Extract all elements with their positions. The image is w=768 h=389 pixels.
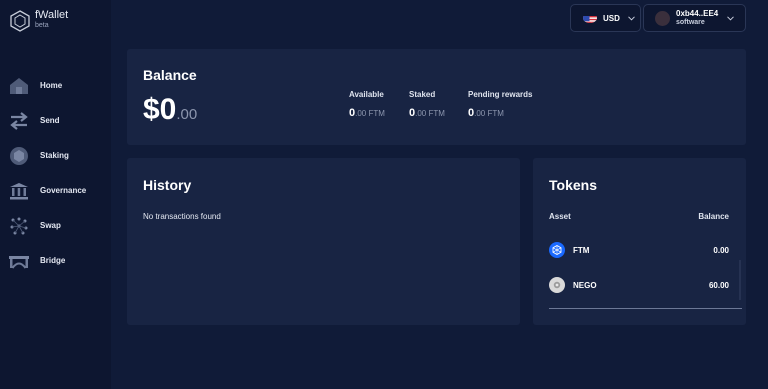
send-arrows-icon (9, 111, 29, 131)
balance-amount-integer: $0 (143, 93, 177, 126)
swap-icon (9, 216, 29, 236)
stat-value: 0.00 FTM (468, 103, 532, 121)
token-row-nego[interactable]: NEGO 60.00 (549, 276, 729, 294)
sidebar-item-staking[interactable]: Staking (0, 138, 111, 173)
us-flag-icon (583, 13, 597, 23)
stat-value-rest: .00 FTM (415, 109, 445, 118)
stat-value: 0.00 FTM (409, 103, 445, 121)
column-header-balance: Balance (698, 212, 729, 221)
staking-icon (9, 146, 29, 166)
token-row-ftm[interactable]: FTM 0.00 (549, 241, 729, 259)
avatar (655, 10, 670, 26)
tokens-title: Tokens (549, 177, 597, 193)
sidebar-item-swap[interactable]: Swap (0, 208, 111, 243)
currency-label: USD (603, 13, 620, 23)
app-logo[interactable]: fWallet beta (10, 10, 68, 32)
stat-pending-rewards: Pending rewards 0.00 FTM (468, 90, 532, 121)
nego-token-icon (549, 277, 565, 293)
token-symbol: NEGO (573, 280, 597, 290)
sidebar: fWallet beta Home Send Staking Governanc… (0, 0, 111, 389)
stat-value-rest: .00 FTM (355, 109, 385, 118)
sidebar-item-bridge[interactable]: Bridge (0, 243, 111, 278)
ftm-token-icon (549, 242, 565, 258)
balance-title: Balance (143, 67, 197, 83)
sidebar-item-label: Home (40, 81, 63, 90)
sidebar-item-label: Bridge (40, 256, 66, 265)
sidebar-item-label: Staking (40, 151, 69, 160)
history-empty-message: No transactions found (143, 212, 221, 221)
balance-card: Balance $0.00 Available 0.00 FTM Staked … (127, 49, 746, 145)
token-balance: 60.00 (708, 280, 729, 290)
governance-icon (9, 181, 29, 201)
app-name: fWallet (35, 9, 69, 21)
stat-label: Staked (409, 90, 436, 99)
sidebar-nav: Home Send Staking Governance Swap Bridge (0, 68, 111, 278)
sidebar-item-label: Send (40, 116, 60, 125)
chevron-down-icon (727, 16, 734, 21)
home-icon (9, 76, 29, 96)
balance-amount: $0.00 (143, 93, 197, 127)
tokens-card: Tokens Asset Balance FTM 0.00 NEGO 60.00 (533, 158, 746, 325)
sidebar-item-label: Swap (40, 221, 61, 230)
stat-label: Pending rewards (468, 90, 533, 99)
column-header-asset: Asset (549, 212, 571, 221)
sidebar-item-send[interactable]: Send (0, 103, 111, 138)
stat-staked: Staked 0.00 FTM (409, 90, 445, 121)
balance-amount-decimals: .00 (176, 106, 198, 123)
wallet-type: software (676, 18, 705, 26)
currency-selector[interactable]: USD (570, 4, 641, 32)
chevron-down-icon (628, 15, 635, 21)
sidebar-item-home[interactable]: Home (0, 68, 111, 103)
stat-value-rest: .00 FTM (474, 109, 504, 118)
token-balance: 0.00 (713, 245, 729, 255)
sidebar-item-label: Governance (40, 186, 87, 195)
tokens-divider (549, 308, 742, 309)
stat-available: Available 0.00 FTM (349, 90, 385, 121)
tokens-scrollbar[interactable] (739, 260, 741, 300)
token-symbol: FTM (573, 245, 590, 255)
fwallet-logo-icon (10, 10, 30, 32)
app-tag: beta (35, 22, 49, 29)
sidebar-item-governance[interactable]: Governance (0, 173, 111, 208)
history-title: History (143, 177, 192, 193)
stat-value: 0.00 FTM (349, 103, 385, 121)
wallet-address: 0xb44..EE4 (676, 9, 719, 19)
bridge-icon (9, 251, 29, 271)
history-card: History No transactions found (127, 158, 520, 325)
wallet-account-button[interactable]: 0xb44..EE4 software (643, 4, 746, 32)
stat-label: Available (349, 90, 384, 99)
